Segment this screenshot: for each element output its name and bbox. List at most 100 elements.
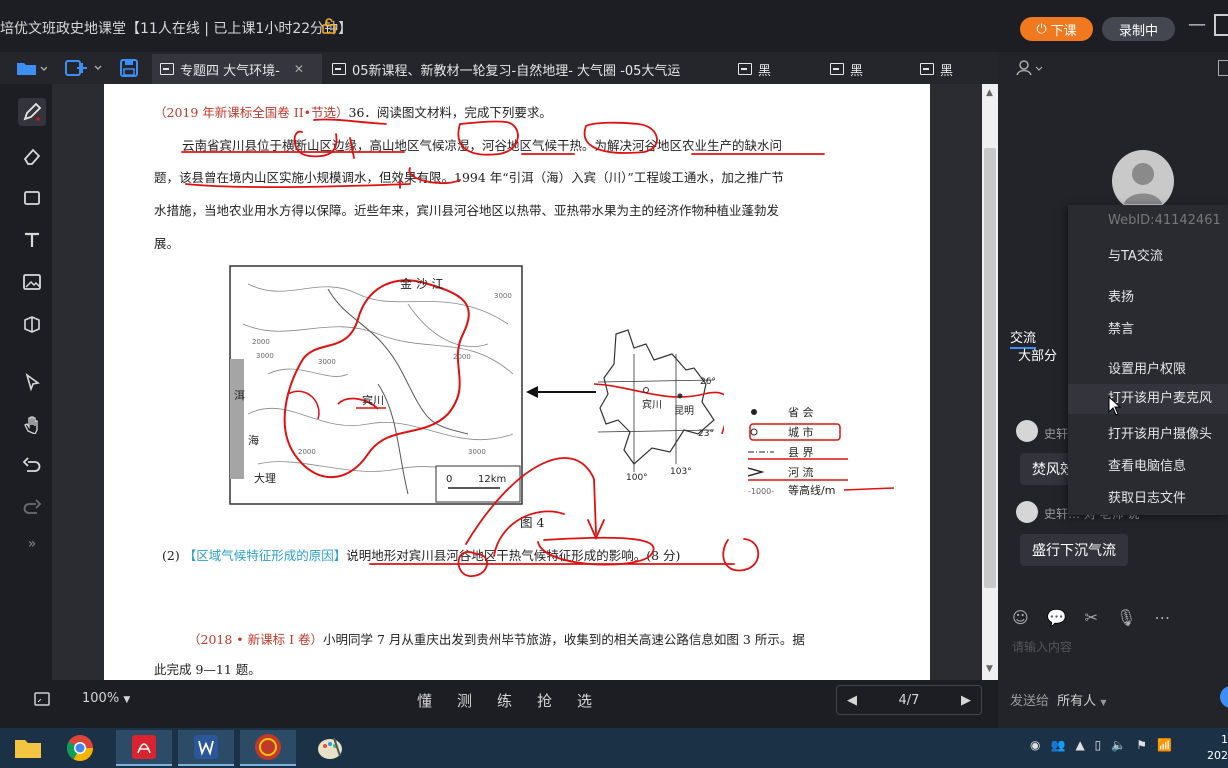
scroll-down-icon[interactable]: ▼ (986, 664, 993, 674)
word-icon[interactable] (178, 730, 234, 766)
tool-quiz-button[interactable]: 测 (457, 690, 472, 711)
close-icon[interactable]: ✕ (294, 62, 304, 76)
tab-blank-1[interactable]: 黑 (730, 54, 810, 84)
recording-label: 录制中 (1118, 23, 1158, 39)
classroom-app-icon[interactable] (240, 730, 296, 766)
network-icon[interactable]: 📶 (1157, 738, 1172, 752)
people-icon[interactable]: 👥 (1050, 738, 1065, 752)
app-tray-icon[interactable]: ◉ (1030, 738, 1040, 752)
chevron-down-icon: ▼ (123, 695, 131, 705)
undo-icon[interactable] (18, 452, 46, 480)
emoji-icon[interactable]: ☺ (1012, 608, 1029, 627)
chat-input[interactable]: 请输入内容 (1012, 638, 1072, 655)
fit-screen-icon[interactable] (34, 691, 50, 711)
system-clock[interactable]: 1 202 (1200, 732, 1228, 764)
avatar (1016, 501, 1038, 523)
zoom-select[interactable]: 100% ▼ (82, 691, 130, 706)
webid-label: WebID:41142461 (1108, 213, 1221, 228)
pdf-reader-icon[interactable] (116, 730, 172, 766)
send-button[interactable] (1220, 686, 1228, 708)
hand-icon[interactable] (18, 410, 46, 438)
window-title: 培优文班政史地课堂【11人在线 | 已上课1小时22分钟】 (0, 21, 353, 37)
tab-label: 黑 (758, 63, 772, 79)
eraser-icon[interactable] (18, 142, 46, 170)
tab-label: 黑 (940, 63, 954, 79)
open-folder-icon[interactable] (12, 58, 50, 78)
next-page-icon[interactable]: ▶ (961, 693, 971, 708)
menu-item-chat-with-user[interactable]: 与TA交流 (1108, 245, 1163, 264)
chrome-icon[interactable] (52, 730, 108, 766)
volume-icon[interactable]: 🔈 (1111, 738, 1126, 752)
menu-item-open-mic[interactable]: 打开该用户麦克风 (1068, 384, 1228, 414)
rectangle-icon[interactable] (18, 184, 46, 212)
tab-label: 黑 (850, 63, 864, 79)
microphone-icon[interactable]: 🎙 (1116, 608, 1136, 627)
layout-icon[interactable] (1218, 60, 1228, 76)
tool-pick-button[interactable]: 选 (577, 690, 592, 711)
battery-icon[interactable]: ▯ (1095, 738, 1102, 752)
tab-chat[interactable]: 交流 (1010, 327, 1036, 346)
document-icon (160, 63, 174, 75)
os-taskbar: ◉ 👥 ▲ ▯ 🔈 ⚑ 📶 1 202 (0, 728, 1228, 768)
document-page: （2019 年新课标全国卷 II•节选）36．阅读图文材料，完成下列要求。 云南… (104, 84, 930, 680)
image-icon[interactable] (18, 268, 46, 296)
add-page-icon[interactable] (62, 58, 104, 78)
file-explorer-icon[interactable] (0, 730, 56, 766)
menu-item-permissions[interactable]: 设置用户权限 (1108, 358, 1186, 377)
document-scrollbar[interactable]: ▲ ▼ (982, 84, 998, 680)
scissors-icon[interactable]: ✂ (1085, 608, 1098, 627)
menu-item-computer-info[interactable]: 查看电脑信息 (1108, 455, 1186, 474)
chat-toolbar: ☺ 💬 ✂ 🎙 ⋯ (1012, 608, 1170, 627)
scroll-up-icon[interactable]: ▲ (986, 88, 993, 98)
chat-message: 盛行下沉气流 (1020, 534, 1128, 566)
scrollbar-thumb[interactable] (984, 148, 996, 588)
document-icon (738, 63, 752, 75)
tab-blank-2[interactable]: 黑 (822, 54, 902, 84)
tab-blank-3[interactable]: 黑 (912, 54, 992, 84)
geometry-icon[interactable] (18, 310, 46, 338)
send-to-select[interactable]: 发送给 所有人 ▼ (1010, 690, 1106, 709)
recording-button[interactable]: 录制中 (1102, 17, 1175, 41)
menu-item-open-camera[interactable]: 打开该用户摄像头 (1108, 423, 1212, 442)
tab-label: 专题四 大气环境- (180, 63, 280, 79)
document-icon (332, 63, 346, 75)
chat-sender: 史轩 (1044, 427, 1069, 441)
document-icon (920, 63, 934, 75)
tool-grab-button[interactable]: 抢 (537, 690, 552, 711)
paint-icon[interactable] (302, 730, 358, 766)
show-hidden-icon[interactable]: ▲ (1075, 738, 1084, 752)
more-icon[interactable]: ⋯ (1154, 608, 1170, 627)
user-icon[interactable] (1016, 60, 1044, 80)
pointer-icon[interactable] (18, 368, 46, 396)
ink-annotations (181, 118, 825, 577)
tool-practice-button[interactable]: 练 (497, 690, 512, 711)
lock-icon[interactable] (322, 18, 338, 34)
expand-toolbar-icon[interactable]: » (18, 530, 46, 558)
tab-lesson05[interactable]: 05新课程、新教材一轮复习-自然地理- 大气圈 -05大气运 (324, 54, 724, 84)
document-viewport: （2019 年新课标全国卷 II•节选）36．阅读图文材料，完成下列要求。 云南… (52, 84, 982, 680)
document-icon (830, 63, 844, 75)
menu-item-mute[interactable]: 禁言 (1108, 318, 1134, 337)
quick-reply-icon[interactable]: 💬 (1047, 608, 1067, 627)
redo-icon[interactable] (18, 494, 46, 522)
page-navigator: ◀ 4/7 ▶ (836, 685, 982, 715)
minimize-icon[interactable]: — (1188, 14, 1206, 35)
chevron-down-icon: ▼ (1100, 698, 1107, 707)
tool-understand-button[interactable]: 懂 (417, 690, 432, 711)
end-class-button[interactable]: ⏻ 下课 (1020, 17, 1093, 41)
chat-partial-text: 大部分 (1018, 349, 1058, 364)
power-icon: ⏻ (1036, 21, 1047, 37)
save-icon[interactable] (118, 58, 140, 78)
page-indicator[interactable]: 4/7 (899, 693, 920, 708)
pen-tool-icon[interactable] (18, 98, 46, 126)
prev-page-icon[interactable]: ◀ (847, 693, 857, 708)
menu-item-get-logs[interactable]: 获取日志文件 (1108, 487, 1186, 506)
zoom-value: 100% (82, 691, 120, 706)
menu-item-praise[interactable]: 表扬 (1108, 286, 1134, 305)
window-restore-icon[interactable] (1214, 14, 1228, 36)
text-tool-icon[interactable] (18, 226, 46, 254)
tab-topic4[interactable]: 专题四 大气环境- ✕ (152, 54, 322, 84)
clock-time: 1 (1221, 733, 1228, 746)
flag-icon[interactable]: ⚑ (1136, 738, 1147, 752)
title-bar: 培优文班政史地课堂【11人在线 | 已上课1小时22分钟】 ⏻ 下课 录制中 — (0, 0, 1228, 52)
